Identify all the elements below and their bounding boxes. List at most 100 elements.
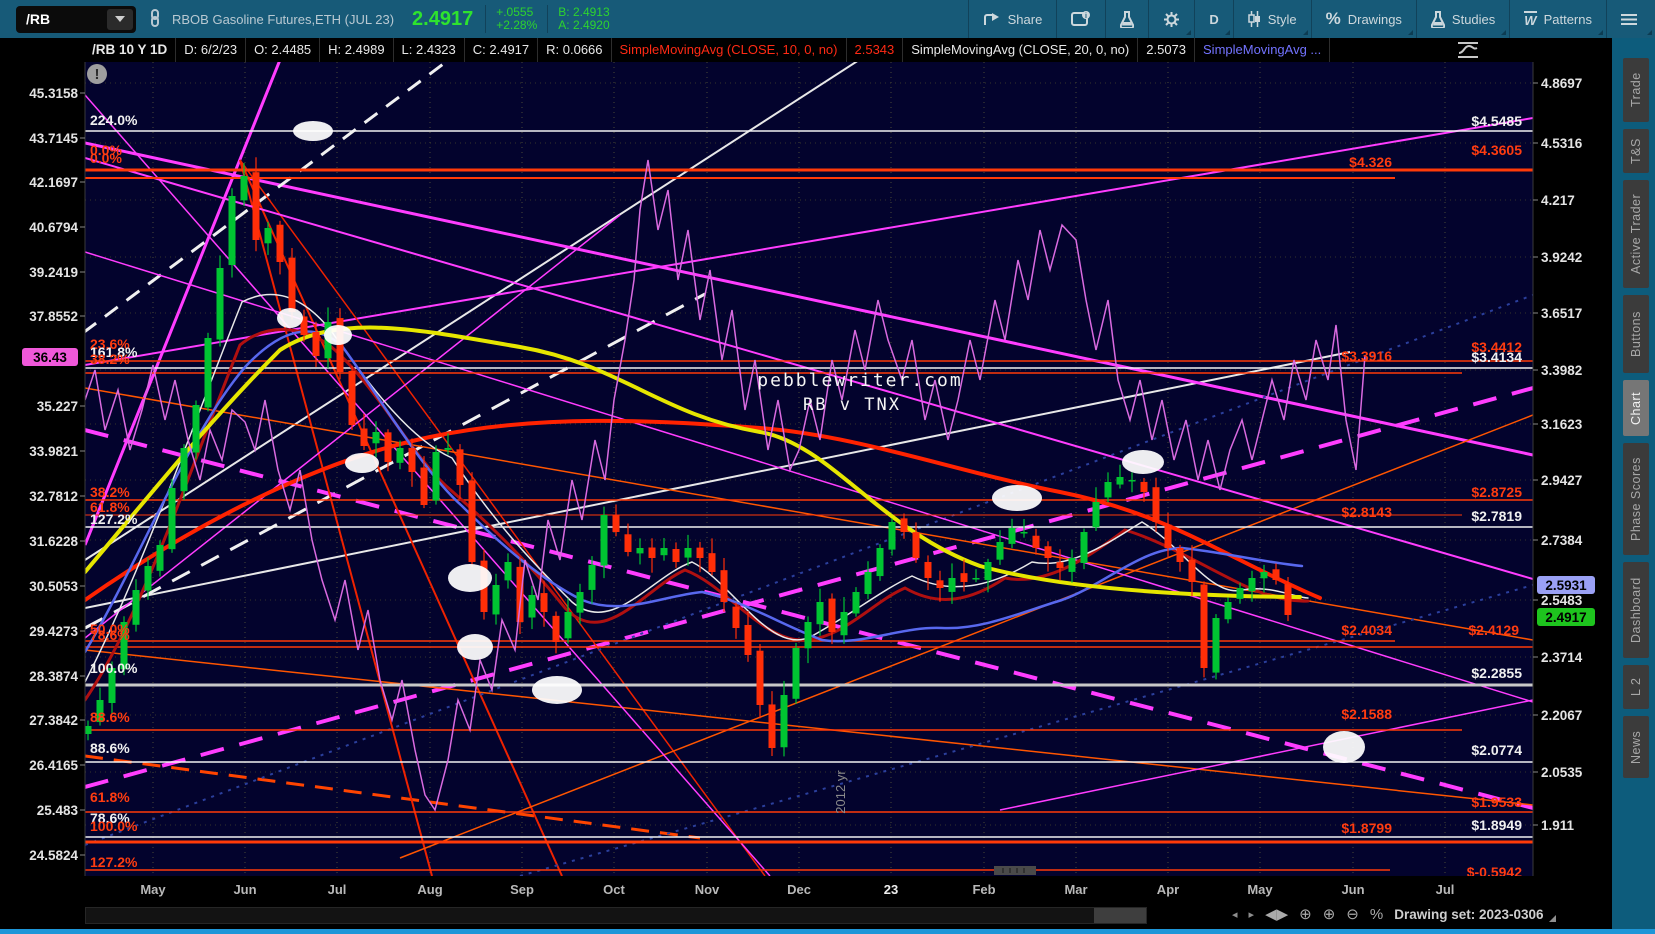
scroll-right-icon[interactable]: ▸ (1249, 908, 1255, 921)
right-sidebar: Trade T&S Active Trader Buttons Chart Phase S… (1612, 38, 1655, 929)
info-icon: i (1071, 11, 1091, 26)
drawing-set-label[interactable]: Drawing set: 2023-0306 (1394, 907, 1556, 922)
sidebar-tab-phase-scores[interactable]: Phase Scores (1623, 443, 1649, 555)
flask-icon (1120, 10, 1135, 28)
x-axis-month-label: Mar (1064, 882, 1088, 897)
x-axis-month-label: Jun (1341, 882, 1365, 897)
patterns-button[interactable]: W Patterns (1509, 0, 1606, 38)
right-axis-label: 2.3714 (1541, 650, 1583, 665)
share-button[interactable]: Share (967, 0, 1057, 38)
chart-header: /RB 10 Y 1D D: 6/2/23 O: 2.4485 H: 2.498… (0, 38, 1655, 62)
low-value: L: 2.4323 (394, 38, 465, 62)
fib-level-label: 100.0% (90, 660, 138, 676)
chart-pan-handle[interactable] (994, 866, 1036, 875)
fib-level-label: 88.6% (90, 709, 130, 725)
price-level-label: $4.3605 (1471, 142, 1522, 158)
right-axis-label: 3.9242 (1541, 250, 1582, 265)
right-axis-label: 3.3982 (1541, 363, 1582, 378)
zoom-out-icon[interactable]: ⊖ (1346, 905, 1359, 923)
left-axis-label: 32.7812 (29, 489, 78, 504)
zoom-in-icon[interactable]: ⊕ (1323, 905, 1336, 923)
right-axis-label: 2.0535 (1541, 765, 1583, 780)
sma-more-study-label[interactable]: SimpleMovingAvg ... (1195, 38, 1331, 62)
chart-canvas[interactable]: 224.0%0.0%0.0%23.6%161.8%38.2%38.2%61.8%… (0, 62, 1655, 876)
crosshair-icon[interactable]: ⊕ (1299, 905, 1312, 923)
pan-zoom-icon[interactable]: ◀▶ (1265, 905, 1288, 923)
sidebar-tab-buttons[interactable]: Buttons (1623, 295, 1649, 373)
share-label: Share (1007, 11, 1043, 27)
rotated-year-annotation: 2012 yr (833, 770, 848, 814)
sidebar-tab-l-2[interactable]: L 2 (1623, 665, 1649, 709)
style-label: Style (1267, 11, 1297, 27)
drawings-button[interactable]: % Drawings (1310, 0, 1416, 38)
sidebar-tab-trade[interactable]: Trade (1623, 58, 1649, 122)
left-axis-label: 42.1697 (29, 175, 78, 190)
sma10-value: 2.5343 (847, 38, 904, 62)
price-level-label: $2.0774 (1471, 742, 1522, 758)
price-level-label: $1.9533 (1471, 794, 1522, 810)
oval-annotation (345, 453, 379, 473)
left-axis-label: 43.7145 (29, 131, 78, 146)
studies-button[interactable]: Studies (1415, 0, 1509, 38)
fib-level-label: 224.0% (90, 112, 138, 128)
left-axis-label: 27.3842 (29, 713, 78, 728)
right-axis-label: 1.911 (1541, 818, 1575, 833)
x-axis-month-label: Apr (1156, 882, 1180, 897)
symbol-dropdown-arrow[interactable] (107, 8, 133, 30)
price-chart[interactable]: 224.0% 0.0% 0.0% 23.6% 161.8% 38.2% 38.2% 61.8%… (0, 62, 1655, 876)
share-icon (983, 12, 999, 25)
watermark-site: pebblewriter.com (757, 370, 962, 391)
sma20-study-label[interactable]: SimpleMovingAvg (CLOSE, 20, 0, no) (903, 38, 1139, 62)
patterns-label: Patterns (1543, 11, 1592, 27)
quote-info-button[interactable]: i (1056, 0, 1105, 38)
fib-level-label: 38.2% (90, 351, 130, 367)
oval-annotation (324, 325, 352, 345)
oval-annotation (532, 676, 582, 704)
sidebar-tab-news[interactable]: News (1623, 716, 1649, 778)
sidebar-tab-dashboard[interactable]: Dashboard (1623, 562, 1649, 658)
right-axis-label: 4.8697 (1541, 76, 1582, 91)
left-axis-label: 45.3158 (29, 86, 78, 101)
style-button[interactable]: Style (1232, 0, 1311, 38)
watermark-title: RB v TNX (803, 395, 901, 415)
left-axis-label: 39.2419 (29, 265, 78, 280)
sidebar-tab-active-trader[interactable]: Active Trader (1623, 180, 1649, 288)
symbol-timeframe-label[interactable]: /RB 10 Y 1D (84, 38, 177, 62)
scrollbar-handle[interactable] (1094, 908, 1146, 923)
sidebar-tab-chart[interactable]: Chart (1623, 380, 1649, 436)
price-level-label: $4.326 (1349, 154, 1392, 170)
scroll-left-icon[interactable]: ◂ (1232, 908, 1238, 921)
x-axis-month-label: Nov (694, 882, 720, 897)
x-axis-month-label: Dec (787, 882, 811, 897)
plot-background (85, 62, 1533, 876)
oval-annotation (448, 564, 492, 592)
pattern-w-icon: W (1524, 10, 1537, 28)
sma10-study-label[interactable]: SimpleMovingAvg (CLOSE, 10, 0, no) (612, 38, 847, 62)
analyze-button[interactable] (1105, 0, 1148, 38)
x-axis-month-label: Sep (510, 882, 534, 897)
fib-level-label: 100.0% (90, 818, 138, 834)
settings-button[interactable] (1148, 0, 1194, 38)
price-level-label: $1.8949 (1471, 817, 1522, 833)
left-axis-label: 31.6228 (29, 534, 78, 549)
timeframe-button[interactable]: D (1194, 0, 1232, 38)
chart-menu-button[interactable] (1606, 0, 1655, 38)
timeframe-label: D (1209, 11, 1219, 27)
svg-text:i: i (1085, 13, 1087, 20)
left-axis-label: 25.483 (37, 803, 79, 818)
x-axis-month-label: Jul (327, 882, 347, 897)
sidebar-tab-t-s[interactable]: T&S (1623, 129, 1649, 173)
oval-annotation (1122, 450, 1164, 474)
x-axis-month-label: Aug (417, 882, 443, 897)
link-icon[interactable] (148, 8, 162, 30)
zoom-percent-icon[interactable]: % (1370, 906, 1383, 923)
oval-annotation (992, 485, 1042, 511)
x-axis-month-label: Jul (1435, 882, 1455, 897)
right-axis-label: 2.7384 (1541, 533, 1583, 548)
change-block: +.0555 +2.28% (485, 5, 547, 33)
symbol-input[interactable]: /RB (16, 5, 136, 33)
left-axis-label: 37.8552 (29, 309, 78, 324)
fib-level-label: 38.2% (90, 484, 130, 500)
horizontal-scrollbar[interactable] (85, 907, 1147, 924)
oval-annotation (457, 634, 493, 660)
